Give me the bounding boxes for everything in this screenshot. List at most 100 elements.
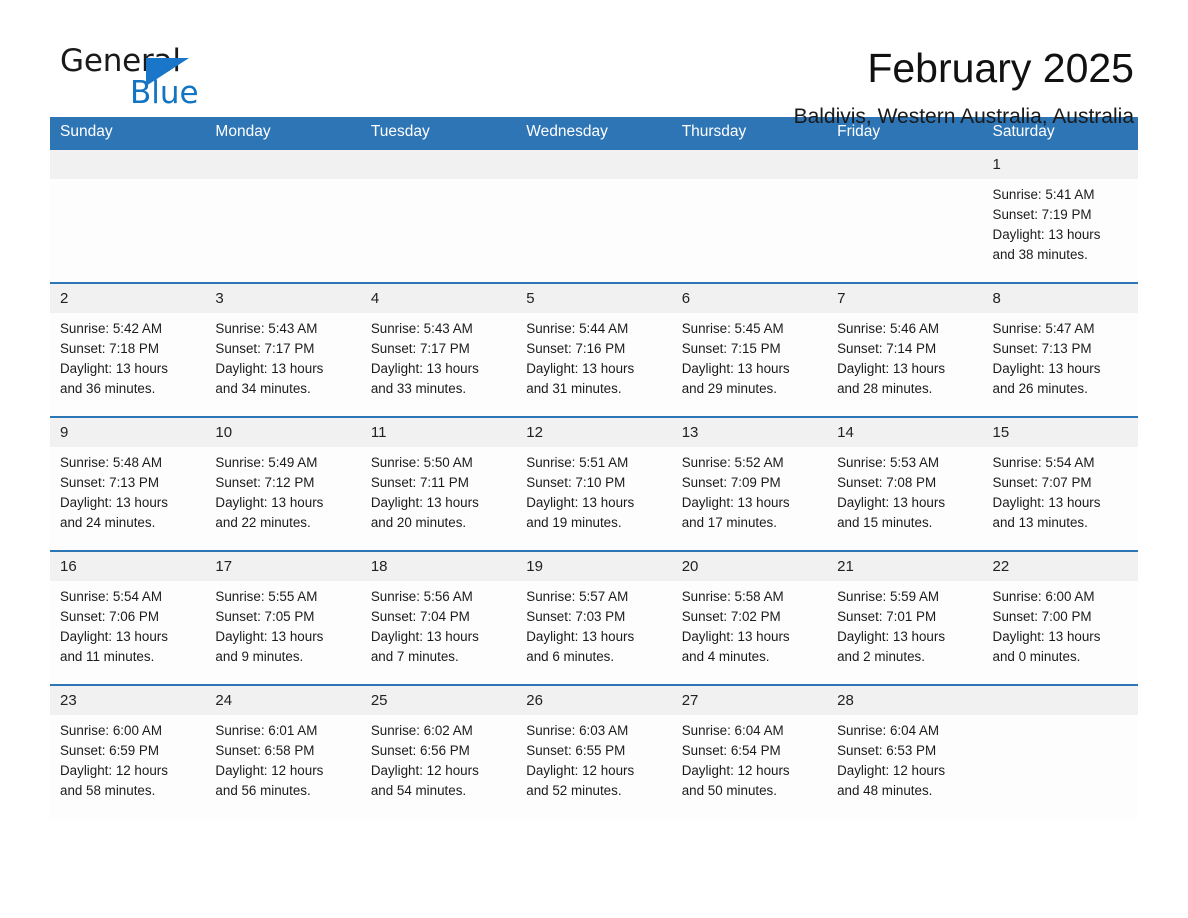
sunrise-text: Sunrise: 6:02 AM bbox=[370, 723, 473, 738]
calendar-day-cell[interactable]: 26 Sunrise: 6:03 AM Sunset: 6:55 PM Dayligh… bbox=[516, 684, 672, 819]
sunrise-text: Sunrise: 5:43 AM bbox=[370, 321, 473, 336]
sunset-text: Sunset: 7:09 PM bbox=[681, 475, 781, 490]
daylight-text: Daylight: 13 hours bbox=[992, 629, 1101, 644]
sunset-text: Sunset: 7:13 PM bbox=[60, 475, 159, 490]
calendar-day-cell[interactable]: 10 Sunrise: 5:49 AM Sunset: 7:12 PM Dayligh… bbox=[205, 416, 361, 551]
calendar-day-cell[interactable]: 24 Sunrise: 6:01 AM Sunset: 6:58 PM Dayligh… bbox=[205, 684, 361, 819]
calendar-day-cell[interactable]: 1 Sunrise: 5:41 AM Sunset: 7:19 PM Daylight… bbox=[982, 148, 1138, 283]
sunset-text: Sunset: 7:06 PM bbox=[60, 609, 159, 624]
day-details: Sunrise: 5:56 AM Sunset: 7:04 PM Daylight:… bbox=[361, 581, 516, 667]
daylight-text-cont: and 54 minutes. bbox=[370, 783, 467, 798]
daylight-text-cont: and 28 minutes. bbox=[837, 381, 933, 396]
daylight-text: Daylight: 12 hours bbox=[526, 763, 635, 778]
calendar-day-cell[interactable]: 18 Sunrise: 5:56 AM Sunset: 7:04 PM Dayligh… bbox=[360, 550, 517, 685]
day-number: 8 bbox=[982, 284, 1138, 313]
day-number: 26 bbox=[516, 686, 672, 715]
calendar-day-cell[interactable]: 6 Sunrise: 5:45 AM Sunset: 7:15 PM Daylight… bbox=[671, 282, 828, 417]
daylight-text-cont: and 24 minutes. bbox=[60, 515, 156, 530]
daylight-text-cont: and 26 minutes. bbox=[992, 381, 1088, 396]
daylight-text: Daylight: 13 hours bbox=[370, 495, 479, 510]
daylight-text: Daylight: 13 hours bbox=[526, 495, 635, 510]
calendar-day-cell[interactable]: 28 Sunrise: 6:04 AM Sunset: 6:53 PM Dayligh… bbox=[827, 684, 983, 819]
daylight-text: Daylight: 13 hours bbox=[526, 629, 635, 644]
daylight-text: Daylight: 13 hours bbox=[215, 629, 324, 644]
calendar-day-cell[interactable]: 21 Sunrise: 5:59 AM Sunset: 7:01 PM Dayligh… bbox=[827, 550, 983, 685]
day-details: Sunrise: 5:49 AM Sunset: 7:12 PM Daylight:… bbox=[205, 447, 360, 533]
sunrise-text: Sunrise: 5:53 AM bbox=[837, 455, 940, 470]
calendar-day-cell[interactable]: 14 Sunrise: 5:53 AM Sunset: 7:08 PM Dayligh… bbox=[827, 416, 983, 551]
sunset-text: Sunset: 7:11 PM bbox=[370, 475, 469, 490]
calendar-day-cell[interactable]: 22 Sunrise: 6:00 AM Sunset: 7:00 PM Dayligh… bbox=[982, 550, 1138, 685]
general-blue-logo[interactable]: General Blue bbox=[50, 44, 250, 114]
daylight-text-cont: and 38 minutes. bbox=[992, 247, 1088, 262]
calendar-day-cell[interactable]: 15 Sunrise: 5:54 AM Sunset: 7:07 PM Dayligh… bbox=[982, 416, 1138, 551]
day-number: 9 bbox=[50, 418, 206, 447]
daylight-text-cont: and 36 minutes. bbox=[60, 381, 156, 396]
day-number: 28 bbox=[827, 686, 983, 715]
daylight-text-cont: and 50 minutes. bbox=[681, 783, 777, 798]
sunset-text: Sunset: 7:07 PM bbox=[992, 475, 1092, 490]
calendar-day-cell[interactable]: 3 Sunrise: 5:43 AM Sunset: 7:17 PM Daylight… bbox=[205, 282, 361, 417]
sunset-text: Sunset: 7:10 PM bbox=[526, 475, 626, 490]
daylight-text-cont: and 29 minutes. bbox=[681, 381, 777, 396]
day-details: Sunrise: 6:00 AM Sunset: 7:00 PM Daylight:… bbox=[983, 581, 1138, 667]
calendar-day-cell[interactable]: 2 Sunrise: 5:42 AM Sunset: 7:18 PM Daylight… bbox=[50, 282, 206, 417]
calendar-day-cell[interactable]: 20 Sunrise: 5:58 AM Sunset: 7:02 PM Dayligh… bbox=[671, 550, 828, 685]
sunrise-text: Sunrise: 5:54 AM bbox=[992, 455, 1095, 470]
day-number bbox=[982, 686, 1138, 715]
calendar-day-cell[interactable]: 11 Sunrise: 5:50 AM Sunset: 7:11 PM Dayligh… bbox=[360, 416, 517, 551]
day-number: 21 bbox=[827, 552, 983, 581]
daylight-text: Daylight: 13 hours bbox=[60, 361, 168, 376]
calendar-day-cell-empty bbox=[982, 684, 1138, 819]
day-number: 3 bbox=[205, 284, 361, 313]
day-number: 25 bbox=[360, 686, 517, 715]
calendar-day-cell[interactable]: 23 Sunrise: 6:00 AM Sunset: 6:59 PM Dayligh… bbox=[50, 684, 206, 819]
day-number: 15 bbox=[982, 418, 1138, 447]
day-details: Sunrise: 5:51 AM Sunset: 7:10 PM Daylight:… bbox=[516, 447, 671, 533]
calendar-day-cell[interactable]: 17 Sunrise: 5:55 AM Sunset: 7:05 PM Dayligh… bbox=[205, 550, 361, 685]
calendar-day-cell[interactable]: 19 Sunrise: 5:57 AM Sunset: 7:03 PM Dayligh… bbox=[516, 550, 672, 685]
daylight-text-cont: and 15 minutes. bbox=[837, 515, 933, 530]
daylight-text-cont: and 2 minutes. bbox=[837, 649, 925, 664]
sunrise-text: Sunrise: 5:57 AM bbox=[526, 589, 629, 604]
day-details: Sunrise: 5:48 AM Sunset: 7:13 PM Daylight:… bbox=[50, 447, 205, 533]
daylight-text: Daylight: 13 hours bbox=[215, 361, 324, 376]
daylight-text: Daylight: 12 hours bbox=[837, 763, 946, 778]
calendar-day-cell[interactable]: 9 Sunrise: 5:48 AM Sunset: 7:13 PM Daylight… bbox=[50, 416, 206, 551]
day-number: 17 bbox=[205, 552, 361, 581]
sunset-text: Sunset: 7:14 PM bbox=[837, 341, 937, 356]
calendar-day-cell[interactable]: 5 Sunrise: 5:44 AM Sunset: 7:16 PM Daylight… bbox=[516, 282, 672, 417]
daylight-text: Daylight: 13 hours bbox=[60, 495, 168, 510]
day-details: Sunrise: 5:57 AM Sunset: 7:03 PM Daylight:… bbox=[516, 581, 671, 667]
sunrise-text: Sunrise: 5:49 AM bbox=[215, 455, 318, 470]
day-number: 23 bbox=[50, 686, 206, 715]
day-details: Sunrise: 5:55 AM Sunset: 7:05 PM Daylight:… bbox=[205, 581, 360, 667]
calendar-day-cell[interactable]: 25 Sunrise: 6:02 AM Sunset: 6:56 PM Dayligh… bbox=[360, 684, 517, 819]
calendar-day-cell[interactable]: 4 Sunrise: 5:43 AM Sunset: 7:17 PM Daylight… bbox=[360, 282, 517, 417]
day-details: Sunrise: 5:46 AM Sunset: 7:14 PM Daylight:… bbox=[827, 313, 982, 399]
calendar-day-cell[interactable]: 7 Sunrise: 5:46 AM Sunset: 7:14 PM Daylight… bbox=[827, 282, 983, 417]
calendar-day-cell[interactable]: 13 Sunrise: 5:52 AM Sunset: 7:09 PM Dayligh… bbox=[671, 416, 828, 551]
sunset-text: Sunset: 6:55 PM bbox=[526, 743, 626, 758]
day-number: 19 bbox=[516, 552, 672, 581]
day-details: Sunrise: 6:03 AM Sunset: 6:55 PM Daylight:… bbox=[516, 715, 671, 801]
sunset-text: Sunset: 7:13 PM bbox=[992, 341, 1092, 356]
triangle-icon bbox=[146, 58, 189, 86]
calendar-day-cell[interactable]: 16 Sunrise: 5:54 AM Sunset: 7:06 PM Dayligh… bbox=[50, 550, 206, 685]
calendar-week-row: 2 Sunrise: 5:42 AM Sunset: 7:18 PM Daylight… bbox=[50, 282, 1138, 417]
sunrise-text: Sunrise: 6:04 AM bbox=[681, 723, 784, 738]
calendar-day-cell[interactable]: 12 Sunrise: 5:51 AM Sunset: 7:10 PM Dayligh… bbox=[516, 416, 672, 551]
sunset-text: Sunset: 7:12 PM bbox=[215, 475, 315, 490]
calendar-day-cell[interactable]: 8 Sunrise: 5:47 AM Sunset: 7:13 PM Daylight… bbox=[982, 282, 1138, 417]
sunrise-text: Sunrise: 5:54 AM bbox=[60, 589, 162, 604]
daylight-text: Daylight: 12 hours bbox=[60, 763, 168, 778]
day-details: Sunrise: 5:42 AM Sunset: 7:18 PM Daylight:… bbox=[50, 313, 205, 399]
daylight-text-cont: and 0 minutes. bbox=[992, 649, 1081, 664]
calendar-week-row: 16 Sunrise: 5:54 AM Sunset: 7:06 PM Dayligh… bbox=[50, 550, 1138, 685]
daylight-text: Daylight: 12 hours bbox=[215, 763, 324, 778]
day-details: Sunrise: 5:53 AM Sunset: 7:08 PM Daylight:… bbox=[827, 447, 982, 533]
day-number: 18 bbox=[360, 552, 517, 581]
daylight-text-cont: and 48 minutes. bbox=[837, 783, 933, 798]
weekday-header-sunday: Sunday bbox=[50, 117, 206, 149]
calendar-day-cell[interactable]: 27 Sunrise: 6:04 AM Sunset: 6:54 PM Dayligh… bbox=[671, 684, 828, 819]
